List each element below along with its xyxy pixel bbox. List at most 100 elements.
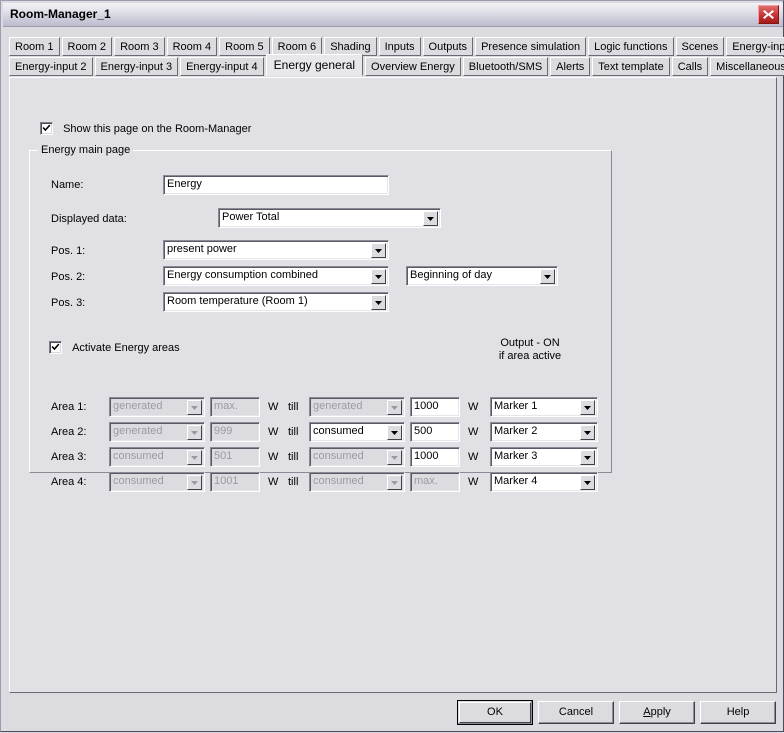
area-4-marker-combo[interactable]: Marker 4 [490,472,598,492]
tab-calls[interactable]: Calls [671,57,709,76]
tab-label: Overview Energy [371,61,455,73]
activate-areas-checkbox[interactable] [49,341,62,354]
pos2-period-combo[interactable]: Beginning of day [406,266,558,286]
tab-energy-input-1[interactable]: Energy-input 1 [726,37,784,56]
area-label-1: Area 1: [51,401,87,413]
area-3-to-mode-value: consumed [313,450,364,462]
help-button[interactable]: Help [700,701,776,724]
close-button[interactable] [758,5,779,24]
area-4-from-mode-value: consumed [113,475,164,487]
show-page-checkbox[interactable] [40,122,53,135]
tab-bluetooth-sms[interactable]: Bluetooth/SMS [462,57,549,76]
area-1-till-label: till [288,401,299,413]
area-2-to-mode-combo[interactable]: consumed [309,422,405,442]
name-input[interactable]: Energy [163,175,389,195]
area-2-to-unit: W [468,426,479,438]
tab-label: Energy-input 1 [732,41,784,53]
chevron-down-icon[interactable] [580,450,595,465]
chevron-down-icon[interactable] [371,295,386,310]
chevron-down-icon[interactable] [580,475,595,490]
chevron-down-icon[interactable] [187,450,202,465]
area-2-till-label: till [288,426,299,438]
chevron-down-icon[interactable] [187,400,202,415]
tab-label: Logic functions [594,41,668,53]
area-3-to-value-input[interactable]: 1000 [410,447,460,467]
area-2-to-value-input[interactable]: 500 [410,422,460,442]
activate-areas-checkbox-row[interactable]: Activate Energy areas [49,341,180,354]
apply-button[interactable]: Apply [619,701,695,724]
tab-label: Room 5 [225,41,264,53]
tab-energy-general[interactable]: Energy general [265,54,364,76]
chevron-down-icon[interactable] [387,400,402,415]
chevron-down-icon[interactable] [387,450,402,465]
pos2-combo[interactable]: Energy consumption combined [163,266,389,286]
tab-overview-energy[interactable]: Overview Energy [365,57,461,76]
tab-row-2: Energy-input 2 Energy-input 3 Energy-input… [9,54,784,78]
tab-logic-functions[interactable]: Logic functions [588,37,674,56]
area-4-to-mode-combo: consumed [309,472,405,492]
tab-alerts[interactable]: Alerts [550,57,591,76]
window-title: Room-Manager_1 [10,7,111,21]
chevron-down-icon[interactable] [187,475,202,490]
tab-label: Energy-input 4 [186,61,258,73]
area-3-marker-combo[interactable]: Marker 3 [490,447,598,467]
tab-room-1[interactable]: Room 1 [9,37,60,56]
chevron-down-icon[interactable] [387,475,402,490]
pos1-combo[interactable]: present power [163,240,389,260]
tab-label: Presence simulation [481,41,581,53]
tab-room-3[interactable]: Room 3 [114,37,165,56]
title-bar: Room-Manager_1 [3,3,783,27]
tab-label: Calls [677,61,703,73]
tab-label: Alerts [556,61,585,73]
tab-text-template[interactable]: Text template [592,57,670,76]
ok-button[interactable]: OK [457,700,533,725]
area-3-from-unit: W [268,451,279,463]
area-1-to-value-input[interactable]: 1000 [410,397,460,417]
area-3-to-mode-combo: consumed [309,447,405,467]
show-page-checkbox-row[interactable]: Show this page on the Room-Manager [40,122,251,135]
cancel-button-label: Cancel [558,706,594,718]
displayed-data-combo[interactable]: Power Total [218,208,441,228]
area-label-3: Area 3: [51,451,87,463]
tab-miscellaneous[interactable]: Miscellaneous [710,57,784,76]
tab-room-4[interactable]: Room 4 [166,37,218,56]
tab-label: Room 6 [277,41,317,53]
area-1-marker-combo[interactable]: Marker 1 [490,397,598,417]
tab-label: Room 2 [67,41,107,53]
tab-outputs[interactable]: Outputs [422,37,474,56]
chevron-down-icon[interactable] [187,425,202,440]
chevron-down-icon[interactable] [423,211,438,226]
chevron-down-icon[interactable] [580,400,595,415]
tab-inputs[interactable]: Inputs [378,37,421,56]
displayed-data-value: Power Total [222,211,280,223]
tab-energy-input-3[interactable]: Energy-input 3 [94,57,179,76]
tab-scenes[interactable]: Scenes [675,37,725,56]
tab-energy-input-4[interactable]: Energy-input 4 [180,57,264,76]
show-page-label: Show this page on the Room-Manager [63,122,252,135]
tab-page-energy-general: Show this page on the Room-Manager Energ… [9,77,777,693]
cancel-button[interactable]: Cancel [538,701,614,724]
area-2-marker-combo[interactable]: Marker 2 [490,422,598,442]
chevron-down-icon[interactable] [371,269,386,284]
tab-label: Energy general [273,58,356,72]
activate-areas-label: Activate Energy areas [72,341,180,354]
tab-energy-input-2[interactable]: Energy-input 2 [9,57,93,76]
area-3-from-mode-combo: consumed [109,447,205,467]
chevron-down-icon[interactable] [540,269,555,284]
area-2-from-mode-value: generated [113,425,163,437]
output-on-header-line2: if area active [498,350,562,362]
area-1-from-value-input: max. [210,397,260,417]
tab-room-2[interactable]: Room 2 [61,37,113,56]
area-1-to-mode-combo: generated [309,397,405,417]
pos2-label: Pos. 2: [51,271,86,283]
chevron-down-icon[interactable] [387,425,402,440]
tab-presence-simulation[interactable]: Presence simulation [475,37,587,56]
area-4-from-mode-combo: consumed [109,472,205,492]
area-label-4: Area 4: [51,476,87,488]
chevron-down-icon[interactable] [580,425,595,440]
tab-label: Text template [598,61,664,73]
tab-label: Outputs [428,41,468,53]
chevron-down-icon[interactable] [371,243,386,258]
pos3-combo[interactable]: Room temperature (Room 1) [163,292,389,312]
tab-room-5[interactable]: Room 5 [219,37,270,56]
